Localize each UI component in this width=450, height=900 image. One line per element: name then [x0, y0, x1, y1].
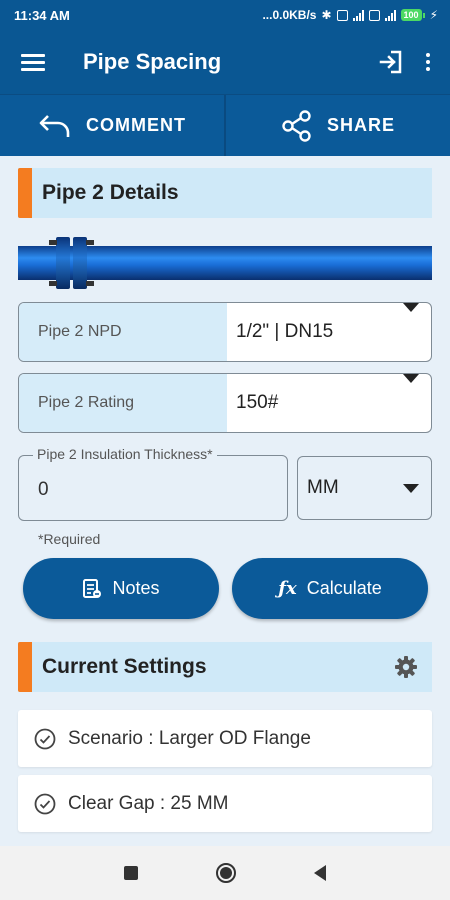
system-nav-bar: [0, 846, 450, 900]
battery-icon: 100: [400, 9, 425, 21]
current-settings-title: Current Settings: [42, 655, 207, 678]
signal2-icon: [384, 9, 396, 21]
menu-icon[interactable]: [21, 53, 45, 71]
insulation-thickness-value: 0: [38, 479, 49, 500]
calculate-button[interactable]: ƒx Calculate: [232, 558, 428, 619]
check-circle-icon: [34, 793, 56, 815]
insulation-thickness-label: Pipe 2 Insulation Thickness*: [33, 446, 217, 462]
share-icon: [281, 109, 313, 142]
status-icons: ...0.0KB/s ✱ 100 ⚡: [262, 8, 438, 22]
unit-select[interactable]: MM: [297, 456, 432, 520]
required-note: *Required: [38, 531, 101, 547]
pipe-npd-value: 1/2" | DN15: [236, 321, 334, 342]
back-button[interactable]: [314, 865, 326, 881]
sim-icon: [336, 9, 348, 21]
section-accent: [18, 168, 32, 218]
insulation-thickness-input[interactable]: Pipe 2 Insulation Thickness* 0: [18, 446, 288, 521]
comment-button[interactable]: COMMENT: [0, 95, 224, 156]
status-bar: 11:34 AM ...0.0KB/s ✱ 100 ⚡: [0, 0, 450, 30]
pipe-details-title: Pipe 2 Details: [42, 181, 179, 204]
chevron-down-icon: [403, 483, 419, 493]
home-button[interactable]: [216, 863, 236, 883]
setting-clear-gap: Clear Gap : 25 MM: [18, 775, 432, 832]
check-circle-icon: [34, 728, 56, 750]
share-button[interactable]: SHARE: [226, 95, 450, 156]
setting-scenario: Scenario : Larger OD Flange: [18, 710, 432, 767]
notes-button[interactable]: Notes: [23, 558, 219, 619]
current-settings-header: Current Settings: [18, 642, 432, 692]
pipe-details-header: Pipe 2 Details: [18, 168, 432, 218]
notes-icon: [82, 578, 102, 599]
login-icon[interactable]: [378, 49, 404, 75]
chevron-down-icon: [403, 303, 419, 312]
function-fx-icon: ƒx: [278, 578, 297, 599]
pipe-rating-label: Pipe 2 Rating: [19, 374, 227, 432]
app-bar: Pipe Spacing: [0, 30, 450, 94]
section-accent: [18, 642, 32, 692]
share-label: SHARE: [326, 115, 395, 135]
unit-value: MM: [307, 477, 339, 498]
network-speed: ...0.0KB/s: [262, 8, 317, 22]
page-title: Pipe Spacing: [83, 49, 222, 74]
action-bar: COMMENT SHARE: [0, 94, 450, 156]
pipe-illustration: [18, 235, 432, 293]
pipe-rating-select[interactable]: Pipe 2 Rating 150#: [18, 373, 432, 433]
pipe-rating-value: 150#: [236, 392, 279, 413]
more-vert-icon[interactable]: [426, 53, 430, 71]
undo-arrow-icon: [38, 112, 72, 140]
gear-icon[interactable]: [394, 655, 418, 679]
setting-scenario-text: Scenario : Larger OD Flange: [68, 727, 311, 749]
comment-label: COMMENT: [86, 115, 186, 135]
calculate-label: Calculate: [306, 578, 382, 598]
bluetooth-icon: ✱: [321, 8, 332, 22]
recents-button[interactable]: [124, 866, 138, 880]
notes-label: Notes: [112, 578, 160, 598]
charging-icon: ⚡: [429, 8, 438, 22]
battery-level: 100: [400, 9, 422, 21]
status-time: 11:34 AM: [14, 7, 70, 23]
pipe-npd-label: Pipe 2 NPD: [19, 303, 227, 361]
setting-clear-gap-text: Clear Gap : 25 MM: [68, 792, 229, 814]
signal-icon: [352, 9, 364, 21]
pipe-npd-select[interactable]: Pipe 2 NPD 1/2" | DN15: [18, 302, 432, 362]
chevron-down-icon: [403, 374, 419, 383]
sim2-icon: [368, 9, 380, 21]
